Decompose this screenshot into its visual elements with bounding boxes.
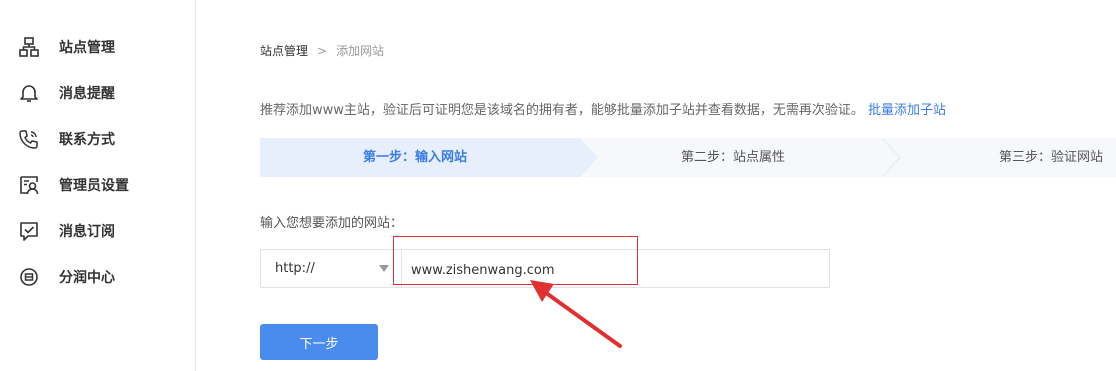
- revenue-icon: [20, 268, 38, 286]
- sidebar-item-label: 分润中心: [59, 270, 115, 286]
- website-field-label: 输入您想要添加的网站：: [260, 216, 404, 231]
- sidebar-item-subscriptions[interactable]: 消息订阅: [0, 208, 195, 254]
- intro-description: 推荐添加www主站，验证后可证明您是该域名的拥有者，能够批量添加子站并查看数据，…: [260, 103, 864, 118]
- sidebar-item-label: 联系方式: [59, 132, 115, 148]
- bell-icon: [20, 85, 38, 102]
- step-1-label: 第一步：输入网站: [363, 150, 468, 165]
- protocol-value: http://: [275, 261, 315, 276]
- next-step-button[interactable]: 下一步: [260, 324, 378, 360]
- step-3-label: 第三步：验证网站: [999, 150, 1104, 165]
- subscribe-check-icon: [20, 222, 38, 241]
- sidebar-item-notifications[interactable]: 消息提醒: [0, 70, 195, 116]
- sidebar: 站点管理 消息提醒 联系方式 管理员设置 消息订阅 分润中心: [0, 0, 196, 371]
- sidebar-item-admin-settings[interactable]: 管理员设置: [0, 162, 195, 208]
- step-2-label: 第二步：站点属性: [681, 150, 786, 165]
- sidebar-item-revenue-center[interactable]: 分润中心: [0, 254, 195, 300]
- intro-text: 推荐添加www主站，验证后可证明您是该域名的拥有者，能够批量添加子站并查看数据，…: [260, 99, 946, 118]
- sidebar-item-label: 消息订阅: [59, 224, 115, 240]
- sidebar-item-contact[interactable]: 联系方式: [0, 116, 195, 162]
- bulk-add-subsites-link[interactable]: 批量添加子站: [868, 103, 946, 118]
- step-divider-icon: [881, 138, 902, 177]
- breadcrumb-parent-link[interactable]: 站点管理: [260, 42, 308, 59]
- admin-user-icon: [20, 176, 39, 195]
- sitemap-icon: [19, 37, 39, 57]
- sidebar-item-label: 站点管理: [59, 40, 115, 56]
- step-progress-bar: 第一步：输入网站 第二步：站点属性 第三步：验证网站: [260, 138, 1116, 177]
- breadcrumb: 站点管理 > 添加网站: [260, 42, 384, 59]
- breadcrumb-separator: >: [317, 43, 328, 58]
- sidebar-item-label: 消息提醒: [59, 86, 115, 102]
- caret-down-icon: [379, 265, 389, 272]
- breadcrumb-current: 添加网站: [336, 44, 385, 58]
- protocol-select[interactable]: http://: [261, 250, 402, 287]
- phone-icon: [19, 130, 38, 149]
- annotation-arrow-icon: [530, 280, 622, 348]
- sidebar-item-label: 管理员设置: [59, 178, 129, 194]
- sidebar-item-site-management[interactable]: 站点管理: [0, 24, 195, 70]
